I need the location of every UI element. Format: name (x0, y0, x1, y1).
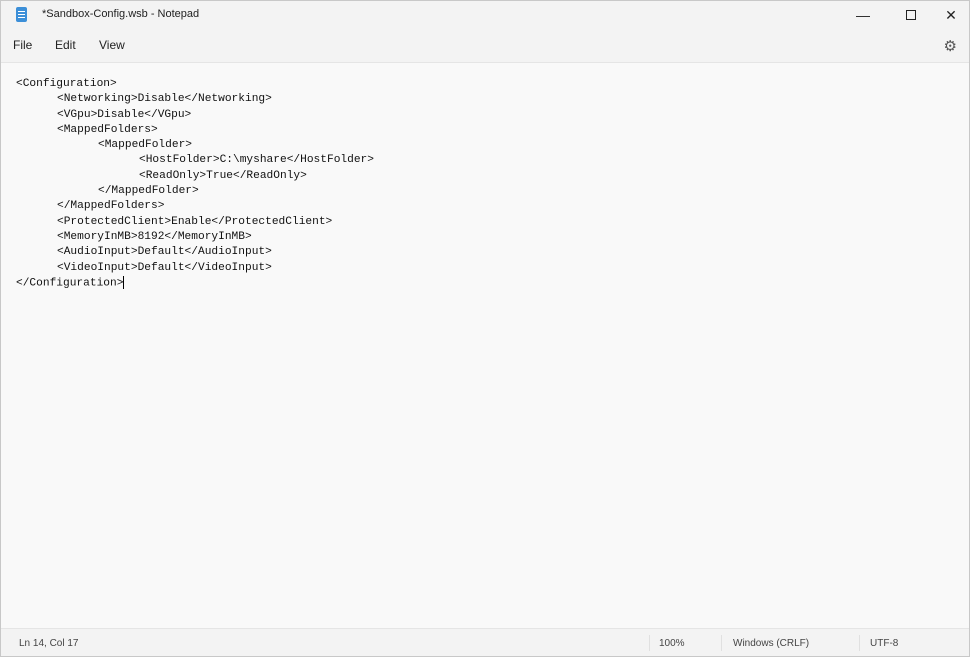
line-text: <ReadOnly>True</ReadOnly> (139, 170, 307, 182)
editor-line: <MappedFolder> (16, 138, 969, 153)
cursor-position: Ln 14, Col 17 (19, 638, 79, 649)
status-bar: Ln 14, Col 17 100% Windows (CRLF) UTF-8 (1, 628, 969, 656)
editor-line: <MemoryInMB>8192</MemoryInMB> (16, 230, 969, 245)
editor-line: </MappedFolders> (16, 199, 969, 214)
minimize-button[interactable]: — (843, 1, 883, 29)
line-text: <VGpu>Disable</VGpu> (57, 109, 191, 121)
menu-view[interactable]: View (99, 38, 125, 52)
close-icon: ✕ (945, 7, 957, 24)
notepad-window: *Sandbox-Config.wsb - Notepad — ✕ File E… (0, 0, 970, 657)
line-text: <Configuration> (16, 78, 117, 90)
text-caret (123, 276, 124, 289)
menu-bar: File Edit View ⚙ (1, 29, 969, 61)
editor-line: </MappedFolder> (16, 184, 969, 199)
line-text: <ProtectedClient>Enable</ProtectedClient… (57, 216, 332, 228)
settings-gear-icon[interactable]: ⚙ (944, 37, 957, 55)
text-editor[interactable]: <Configuration> <Networking>Disable</Netw… (1, 62, 969, 628)
editor-line: <Networking>Disable</Networking> (16, 92, 969, 107)
editor-line: <AudioInput>Default</AudioInput> (16, 245, 969, 260)
editor-line: <MappedFolders> (16, 123, 969, 138)
line-ending: Windows (CRLF) (733, 638, 809, 649)
editor-line: <HostFolder>C:\myshare</HostFolder> (16, 153, 969, 168)
line-text: </MappedFolder> (98, 185, 199, 197)
encoding: UTF-8 (870, 638, 898, 649)
maximize-icon (906, 10, 916, 20)
editor-line: <VideoInput>Default</VideoInput> (16, 261, 969, 276)
line-text: <Networking>Disable</Networking> (57, 93, 272, 105)
editor-line: <ProtectedClient>Enable</ProtectedClient… (16, 215, 969, 230)
line-text: </MappedFolders> (57, 200, 164, 212)
line-text: <HostFolder>C:\myshare</HostFolder> (139, 154, 374, 166)
line-text: <MappedFolder> (98, 139, 192, 151)
zoom-level: 100% (659, 638, 685, 649)
line-text: <AudioInput>Default</AudioInput> (57, 246, 272, 258)
line-text: <MemoryInMB>8192</MemoryInMB> (57, 231, 252, 243)
editor-line: <ReadOnly>True</ReadOnly> (16, 169, 969, 184)
notepad-app-icon (16, 7, 27, 22)
line-text: </Configuration> (16, 277, 123, 289)
editor-line: <Configuration> (16, 77, 969, 92)
close-button[interactable]: ✕ (931, 1, 970, 29)
minimize-icon: — (856, 7, 870, 23)
editor-line: <VGpu>Disable</VGpu> (16, 108, 969, 123)
menu-edit[interactable]: Edit (55, 38, 76, 52)
line-text: <MappedFolders> (57, 124, 158, 136)
maximize-button[interactable] (891, 1, 931, 29)
window-title: *Sandbox-Config.wsb - Notepad (42, 8, 199, 20)
title-bar: *Sandbox-Config.wsb - Notepad — ✕ (1, 1, 969, 29)
line-text: <VideoInput>Default</VideoInput> (57, 262, 272, 274)
menu-file[interactable]: File (13, 38, 32, 52)
editor-line: </Configuration> (16, 276, 969, 291)
